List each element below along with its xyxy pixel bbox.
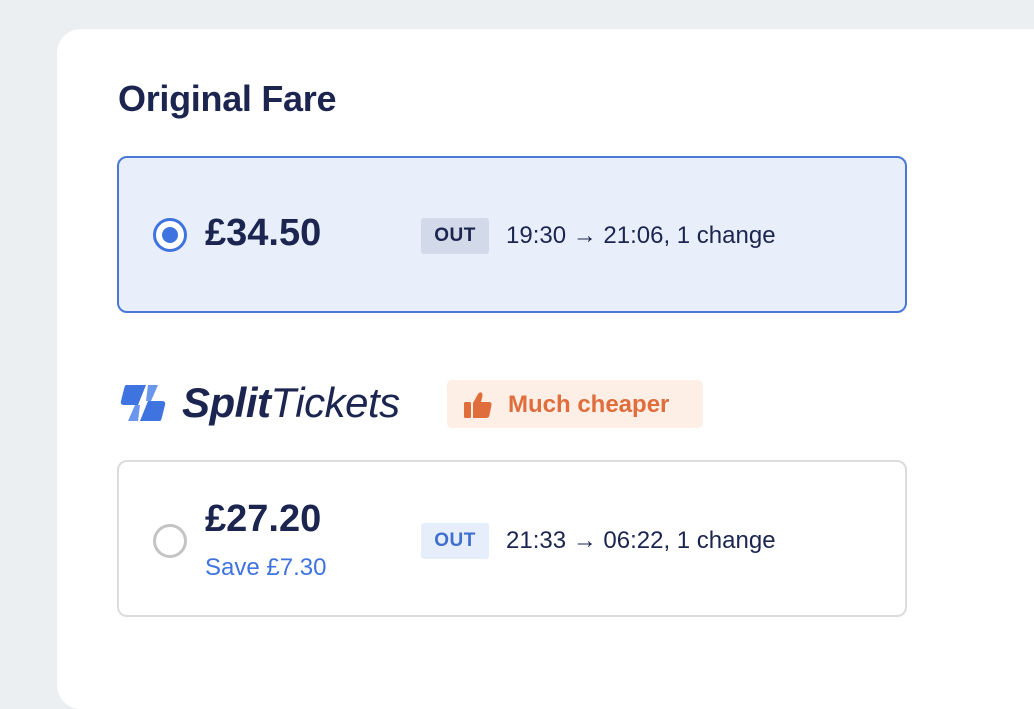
lightning-bolt-icon bbox=[120, 385, 166, 421]
original-fare-option[interactable]: £34.50 OUT 19:30 → 21:06, 1 change bbox=[117, 156, 907, 313]
radio-unselected-icon[interactable] bbox=[153, 524, 187, 558]
journey-times: 19:30 → 21:06, 1 change bbox=[506, 222, 776, 249]
saving-amount: Save £7.30 bbox=[205, 554, 327, 581]
thumbs-up-icon bbox=[464, 392, 492, 418]
brand-name-light: Tickets bbox=[270, 379, 401, 426]
original-fare-heading: Original Fare bbox=[118, 78, 337, 119]
brand-name: SplitTickets bbox=[182, 379, 400, 427]
direction-badge: OUT bbox=[421, 523, 489, 559]
radio-selected-icon[interactable] bbox=[153, 218, 187, 252]
direction-badge: OUT bbox=[421, 218, 489, 254]
split-ticket-fare-option[interactable]: £27.20 Save £7.30 OUT 21:33 → 06:22, 1 c… bbox=[117, 460, 907, 617]
much-cheaper-badge: Much cheaper bbox=[447, 380, 703, 428]
original-fare-price: £34.50 bbox=[205, 212, 322, 254]
brand-name-bold: Split bbox=[182, 379, 271, 426]
much-cheaper-label: Much cheaper bbox=[508, 391, 670, 418]
journey-times: 21:33 → 06:22, 1 change bbox=[506, 527, 776, 554]
split-fare-price: £27.20 bbox=[205, 498, 322, 540]
